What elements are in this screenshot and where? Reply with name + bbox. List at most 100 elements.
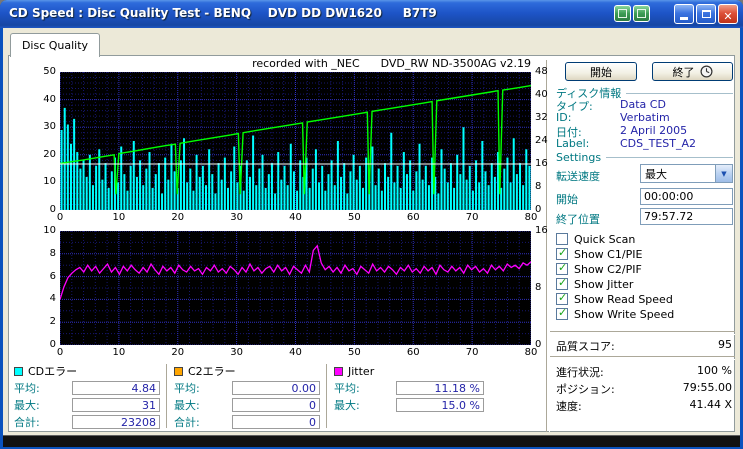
axis-tick-label: 80	[524, 347, 538, 358]
axis-tick-label: 10	[43, 176, 56, 188]
position-value: 79:55.00	[682, 381, 732, 394]
position-label: ポジション:	[556, 383, 615, 396]
axis-tick-label: 8	[535, 181, 542, 192]
window-title: CD Speed : Disc Quality Test - BENQ DVD …	[9, 6, 437, 20]
transfer-speed-select[interactable]: 最大	[640, 164, 733, 183]
settings-header: Settings	[556, 151, 733, 164]
axis-tick-label: 20	[171, 347, 185, 358]
axis-tick-label: 70	[465, 212, 479, 223]
titlebar-extra-button-1[interactable]	[614, 5, 631, 22]
checkbox-label: Show C2/PIF	[574, 262, 642, 276]
transfer-speed-value: 最大	[645, 167, 667, 181]
maximize-button[interactable]	[696, 4, 716, 24]
separator	[550, 331, 735, 335]
close-icon	[723, 5, 732, 24]
axis-tick-label: 50	[348, 347, 361, 358]
axis-tick-label: 2	[49, 316, 56, 328]
start-button[interactable]: 開始	[565, 62, 637, 81]
axis-tick-label: 30	[43, 121, 56, 133]
checkbox-icon	[556, 306, 568, 320]
axis-tick-label: 16	[535, 225, 548, 236]
titlebar[interactable]: CD Speed : Disc Quality Test - BENQ DVD …	[0, 0, 743, 28]
exit-button[interactable]: 終了	[652, 62, 733, 81]
axis-tick-label: 4	[49, 293, 56, 305]
progress-value: 100 %	[697, 364, 732, 377]
checkbox-label: Quick Scan	[574, 232, 636, 246]
axis-tick-label: 80	[524, 212, 538, 223]
app-window: CD Speed : Disc Quality Test - BENQ DVD …	[0, 0, 743, 449]
axis-tick-label: 8	[535, 282, 542, 293]
disc-info-row: ID: Verbatim	[556, 111, 735, 124]
minimize-icon	[680, 17, 688, 20]
stat-row: 最大: 31	[14, 398, 160, 412]
disc-info-row: Label: CDS_TEST_A2	[556, 137, 735, 150]
maximize-icon	[701, 10, 711, 18]
stat-label: 平均:	[174, 382, 200, 395]
stat-value: 23208	[72, 415, 160, 429]
speed-row: 速度: 41.44 X	[556, 398, 732, 414]
axis-tick-label: 8	[49, 247, 56, 259]
separator	[326, 364, 330, 428]
speed-label: 速度:	[556, 400, 582, 413]
stat-row: 合計: 23208	[14, 415, 160, 429]
stat-row: 平均: 11.18 %	[334, 381, 484, 395]
stat-value: 31	[72, 398, 160, 412]
axis-tick-label: 10	[43, 225, 56, 236]
axis-tick-label: 0	[56, 212, 64, 223]
stat-label: 最大:	[14, 399, 40, 412]
axis-tick-label: 32	[535, 112, 548, 123]
header-rule	[606, 157, 733, 158]
exit-button-label: 終了	[672, 65, 695, 79]
titlebar-extra-button-2[interactable]	[633, 5, 650, 22]
stat-row: 合計: 0	[174, 415, 320, 429]
checkbox-icon	[556, 246, 568, 260]
info-value: Verbatim	[620, 111, 670, 124]
speed-value: 41.44 X	[689, 398, 732, 411]
close-button[interactable]	[718, 4, 738, 24]
progress-row: 進行状況: 100 %	[556, 364, 732, 380]
info-label: ID:	[556, 111, 572, 124]
progress-label: 進行状況:	[556, 366, 604, 379]
axis-tick-label: 70	[465, 347, 479, 358]
stat-row: 平均: 0.00	[174, 381, 320, 395]
stat-label: 合計:	[14, 416, 40, 429]
axis-tick-label: 10	[112, 347, 126, 358]
start-position-input[interactable]	[640, 188, 733, 205]
panel-icon	[637, 9, 646, 18]
axis-tick-label: 40	[289, 212, 302, 223]
checkbox-show-read-speed[interactable]: Show Read Speed	[556, 291, 732, 306]
checkbox-show-c2-pif[interactable]: Show C2/PIF	[556, 261, 732, 276]
checkbox-icon	[556, 261, 568, 275]
start-button-label: 開始	[590, 65, 612, 79]
stat-header: C2エラー	[188, 365, 236, 378]
stat-header: CDエラー	[28, 365, 78, 378]
minimize-button[interactable]	[674, 4, 694, 24]
axis-tick-label: 24	[535, 135, 548, 146]
axis-tick-label: 50	[43, 66, 56, 77]
stat-row: 最大: 0	[174, 398, 320, 412]
chevron-down-icon[interactable]	[715, 165, 732, 182]
stat-value: 11.18 %	[396, 381, 484, 395]
stat-value: 15.0 %	[396, 398, 484, 412]
end-position-input[interactable]	[640, 208, 733, 225]
axis-tick-label: 50	[348, 212, 361, 223]
stat-label: 平均:	[334, 382, 360, 395]
tab-disc-quality[interactable]: Disc Quality	[10, 33, 100, 57]
axis-tick-label: 30	[230, 347, 243, 358]
axis-tick-label: 40	[43, 93, 56, 105]
axis-tick-label: 6	[49, 270, 56, 282]
checkbox-show-write-speed[interactable]: Show Write Speed	[556, 306, 732, 321]
stat-label: 平均:	[14, 382, 40, 395]
stat-label: 最大:	[334, 399, 360, 412]
quality-score-value: 95	[718, 338, 732, 351]
status-bar	[3, 435, 740, 447]
recorded-with-text: recorded with _NEC DVD_RW ND-3500AG v2.1…	[252, 57, 531, 70]
clock-icon	[699, 65, 713, 78]
checkbox-quick-scan[interactable]: Quick Scan	[556, 232, 732, 246]
c2-stats-column: C2エラー 平均: 0.00 最大: 0 合計: 0	[174, 364, 320, 429]
checkbox-show-jitter[interactable]: Show Jitter	[556, 276, 732, 291]
stat-label: 合計:	[174, 416, 200, 429]
stat-value: 0.00	[232, 381, 320, 395]
axis-tick-label: 20	[43, 148, 56, 160]
checkbox-show-c1-pie[interactable]: Show C1/PIE	[556, 246, 732, 261]
